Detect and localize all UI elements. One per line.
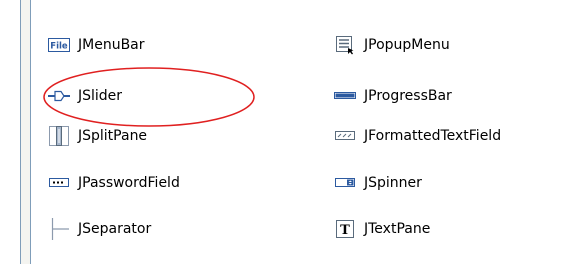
splitpane-icon <box>48 126 70 146</box>
palette-item-jpasswordfield[interactable]: JPasswordField <box>48 170 180 196</box>
partial-bottom-icon-left <box>48 258 70 264</box>
palette-item-label: JTextPane <box>364 221 431 237</box>
progressbar-icon <box>334 86 356 106</box>
palette-item-jpopupmenu[interactable]: JPopupMenu <box>334 32 450 58</box>
palette-item-jprogressbar[interactable]: JProgressBar <box>334 83 452 109</box>
palette-item-jsplitpane[interactable]: JSplitPane <box>48 123 147 149</box>
palette-item-jformattedtextfield[interactable]: JFormattedTextField <box>334 123 501 149</box>
palette-item-jseparator[interactable]: JSeparator <box>48 216 151 242</box>
slider-icon <box>48 86 70 106</box>
palette-item-label: JSlider <box>78 88 123 104</box>
passwordfield-icon <box>48 173 70 193</box>
palette-item-label: JPasswordField <box>78 175 180 191</box>
spinner-icon <box>334 173 356 193</box>
palette-item-jspinner[interactable]: JSpinner <box>334 170 422 196</box>
formattedtextfield-icon <box>334 126 356 146</box>
palette-item-label: JFormattedTextField <box>364 128 502 144</box>
palette-item-label: JSplitPane <box>78 128 148 144</box>
component-palette: File JMenuBar JPopupMenu JSlider JProgre… <box>36 0 581 264</box>
svg-text:File: File <box>50 42 68 52</box>
textpane-icon: T <box>334 219 356 239</box>
palette-item-label: JPopupMenu <box>364 37 450 53</box>
svg-text:T: T <box>340 223 350 238</box>
palette-item-jslider[interactable]: JSlider <box>48 83 122 109</box>
partial-top-icon <box>350 4 368 12</box>
palette-item-label: JSpinner <box>364 175 422 191</box>
palette-item-jmenubar[interactable]: File JMenuBar <box>48 32 145 58</box>
palette-item-label: JProgressBar <box>364 88 452 104</box>
menubar-icon: File <box>48 35 70 55</box>
palette-item-jtextpane[interactable]: T JTextPane <box>334 216 430 242</box>
palette-item-label: JSeparator <box>78 221 152 237</box>
popupmenu-icon <box>334 35 356 55</box>
separator-icon <box>48 218 70 240</box>
partial-bottom-icon-right <box>334 258 356 264</box>
palette-item-label: JMenuBar <box>78 37 145 53</box>
palette-left-border <box>20 0 31 264</box>
